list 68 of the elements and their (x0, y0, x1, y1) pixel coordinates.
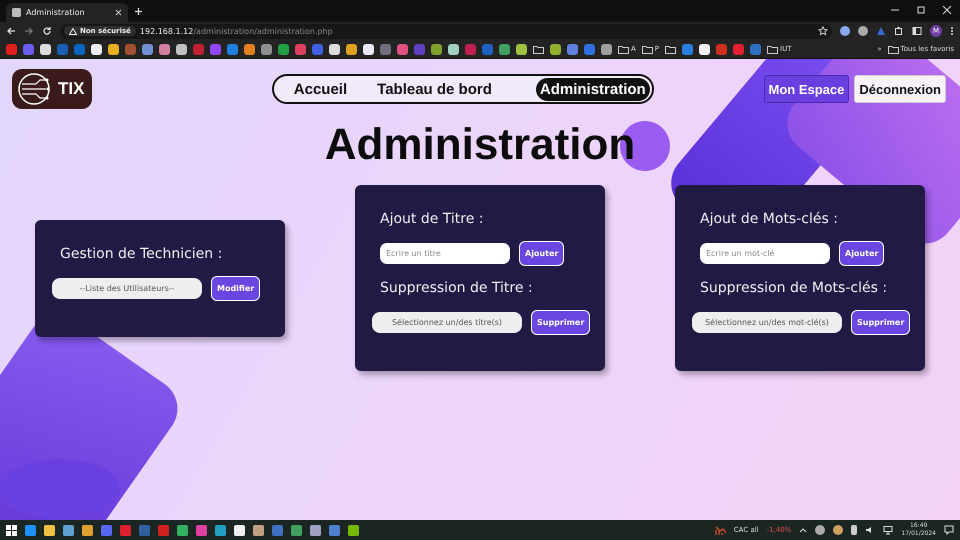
browser-tab[interactable]: Administration (6, 3, 128, 22)
folder-icon[interactable] (767, 44, 778, 54)
favicon-icon (12, 8, 21, 17)
bookmark-icon[interactable] (346, 44, 357, 54)
taskbar-app-icon[interactable] (253, 524, 264, 536)
bookmark-icon[interactable] (363, 44, 374, 54)
action-button[interactable]: Ajouter (519, 241, 564, 266)
select-dropdown[interactable]: Sélectionnez un/des titre(s) (372, 312, 522, 333)
folder-icon[interactable] (533, 44, 544, 54)
taskbar-app-icon[interactable] (348, 524, 359, 536)
folder-icon[interactable] (618, 44, 629, 54)
section-heading: Gestion de Technicien : (60, 246, 224, 262)
select-dropdown[interactable]: Sélectionnez un/des mot-clé(s) (692, 312, 842, 333)
network-icon[interactable] (883, 525, 894, 535)
notification-icon[interactable] (944, 525, 954, 535)
taskbar-app-icon[interactable] (177, 524, 188, 536)
new-tab-icon[interactable] (134, 6, 143, 16)
folder-icon[interactable] (642, 44, 653, 54)
tray-icon[interactable] (833, 525, 844, 535)
nav-link[interactable]: Administration (536, 78, 650, 100)
warning-icon (69, 28, 77, 34)
nav-link[interactable]: Tableau de bord (373, 78, 496, 100)
logo[interactable]: TIX (12, 69, 92, 109)
close-icon[interactable] (115, 9, 122, 16)
tray-icon[interactable] (815, 525, 826, 535)
tray-icon[interactable] (851, 525, 858, 535)
reload-icon[interactable] (42, 26, 52, 36)
action-button[interactable]: Supprimer (531, 310, 590, 335)
bookmark-icon[interactable] (40, 44, 51, 54)
logout-button[interactable]: Déconnexion (854, 75, 946, 103)
forward-icon[interactable] (24, 26, 34, 36)
section-heading: Ajout de Titre : (380, 211, 485, 227)
chevron-up-icon[interactable] (799, 527, 808, 533)
bookmark-icon[interactable] (516, 44, 527, 54)
side-panel-icon[interactable] (912, 26, 922, 36)
bookmark-icon[interactable] (176, 44, 187, 54)
action-button[interactable]: Ajouter (839, 241, 884, 266)
bookmark-icon[interactable] (91, 44, 102, 54)
menu-icon[interactable] (950, 26, 954, 36)
text-input-field[interactable]: Ecrire un titre (380, 243, 510, 264)
action-button[interactable]: Modifier (211, 276, 260, 300)
star-icon[interactable] (818, 26, 828, 36)
section-heading: Ajout de Mots-clés : (700, 211, 839, 227)
bookmark-icon[interactable] (699, 44, 710, 54)
bookmark-icon[interactable] (329, 44, 340, 54)
start-icon[interactable] (6, 524, 17, 536)
bookmark-icon[interactable] (448, 44, 459, 54)
section-heading: Suppression de Titre : (380, 280, 534, 296)
text-input-field[interactable]: Ecrire un mot-clé (700, 243, 830, 264)
puzzle-icon[interactable] (894, 26, 904, 36)
nav-link[interactable]: Accueil (290, 78, 352, 100)
bookmark-icon[interactable] (550, 44, 561, 54)
taskbar-app-icon[interactable] (310, 524, 321, 536)
section-heading: Suppression de Mots-clés : (700, 280, 888, 296)
taskbar-app-icon[interactable] (82, 524, 93, 536)
taskbar-app-icon[interactable] (44, 524, 55, 536)
folder-icon[interactable] (888, 44, 899, 54)
bookmark-icon[interactable] (601, 44, 612, 54)
bookmark-icon[interactable] (108, 44, 119, 54)
back-icon[interactable] (6, 26, 16, 36)
taskbar-app-icon[interactable] (234, 524, 245, 536)
folder-icon[interactable] (665, 44, 676, 54)
account-button[interactable]: Mon Espace (764, 75, 850, 103)
select-dropdown[interactable]: --Liste des Utilisateurs-- (52, 278, 202, 298)
taskbar-app-icon[interactable] (63, 524, 74, 536)
chart-down-icon (714, 524, 726, 536)
action-button[interactable]: Supprimer (851, 310, 910, 335)
page-title: Administration (324, 119, 636, 171)
